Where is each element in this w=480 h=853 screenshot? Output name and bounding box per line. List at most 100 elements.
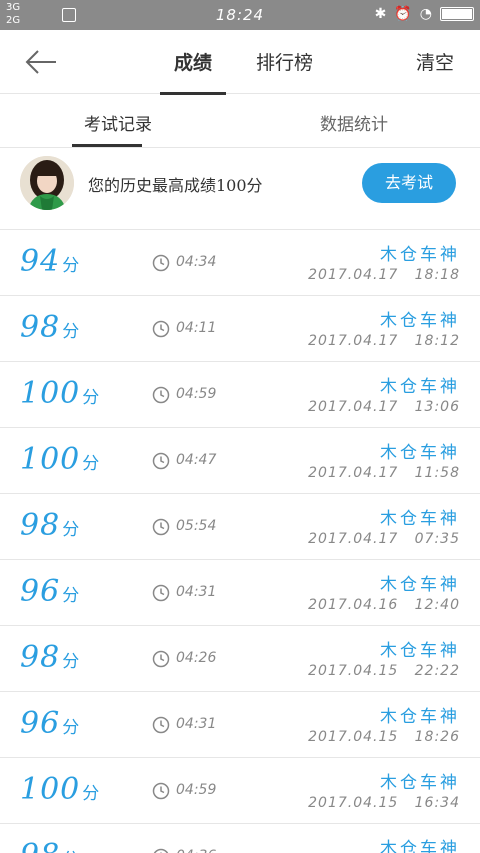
record-datetime: 2017.04.17 07:35: [308, 531, 460, 547]
record-username: 木仓车神: [380, 575, 460, 595]
score-value: 98: [20, 640, 61, 675]
record-datetime: 2017.04.15 22:22: [308, 663, 460, 679]
score-value: 100: [20, 772, 81, 807]
record-duration: 04:59: [176, 782, 217, 798]
score-value: 100: [20, 442, 81, 477]
score-unit: 分: [82, 784, 100, 804]
score-unit: 分: [62, 322, 80, 342]
record-duration: 05:54: [176, 518, 217, 534]
record-datetime: 2017.04.15 18:26: [308, 729, 460, 745]
top-nav: 成绩 排行榜 清空: [0, 30, 480, 95]
record-datetime: 2017.04.17 18:18: [308, 267, 460, 283]
score-unit: 分: [62, 652, 80, 672]
record-username: 木仓车神: [380, 707, 460, 727]
record-score: 100 分: [20, 772, 99, 807]
record-username: 木仓车神: [380, 245, 460, 265]
record-username: 木仓车神: [380, 311, 460, 331]
record-score: 94 分: [20, 244, 79, 279]
record-datetime: 2017.04.16 12:40: [308, 597, 460, 613]
clock-icon: [152, 584, 170, 602]
clock-icon: [152, 518, 170, 536]
avatar-image: [20, 156, 74, 210]
record-row[interactable]: 100 分 04:59 木仓车神 2017.04.17 13:06: [0, 362, 480, 428]
avatar[interactable]: [20, 156, 74, 210]
score-value: 96: [20, 706, 61, 741]
record-row[interactable]: 100 分 04:59 木仓车神 2017.04.15 16:34: [0, 758, 480, 824]
record-duration: 04:11: [176, 320, 217, 336]
arrow-left-icon: [25, 50, 56, 74]
record-username: 木仓车神: [380, 773, 460, 793]
alarm-icon: ⏰: [394, 6, 412, 22]
tab-statistics[interactable]: 数据统计: [320, 110, 388, 135]
status-icons: ✱ ⏰ ◔: [375, 6, 474, 22]
subtab-active-indicator: [72, 144, 142, 147]
score-unit: 分: [62, 256, 80, 276]
record-duration: 04:31: [176, 584, 217, 600]
score-value: 98: [20, 310, 61, 345]
record-score: 100 分: [20, 376, 99, 411]
status-bar: 3G 2G 18:24 ✱ ⏰ ◔: [0, 0, 480, 30]
score-value: 96: [20, 574, 61, 609]
record-score: 98分: [20, 508, 79, 543]
record-datetime: 2017.04.17 18:12: [308, 333, 460, 349]
record-row[interactable]: 98 分 04:11 木仓车神 2017.04.17 18:12: [0, 296, 480, 362]
record-row[interactable]: 98 分 05:54 木仓车神 2017.04.17 07:35: [0, 494, 480, 560]
record-duration: 04:26: [176, 650, 217, 666]
record-score: 96 分: [20, 574, 79, 609]
best-score-text: 您的历史最高成绩100分: [88, 176, 263, 195]
record-row[interactable]: 96 分 04:31 木仓车神 2017.04.15 18:26: [0, 692, 480, 758]
score-value: 100: [20, 376, 81, 411]
score-value: 98: [20, 838, 60, 853]
clock-icon: [152, 452, 170, 470]
record-score: 98分: [20, 310, 79, 345]
clock-icon: [152, 254, 170, 272]
score-unit: 分: [62, 586, 80, 606]
bluetooth-icon: ✱: [374, 6, 387, 22]
record-score: 96 分: [20, 706, 79, 741]
back-button[interactable]: [20, 42, 60, 82]
tab-scores[interactable]: 成绩: [174, 48, 212, 75]
clock-icon: [152, 782, 170, 800]
tab-ranking[interactable]: 排行榜: [256, 48, 313, 75]
record-score: 98分: [20, 838, 79, 853]
wifi-icon: ◔: [419, 6, 432, 22]
score-value: 94: [20, 244, 61, 279]
start-exam-button[interactable]: 去考试: [362, 163, 456, 203]
score-unit: 分: [82, 388, 100, 408]
record-duration: 04:47: [176, 452, 217, 468]
record-score: 100 分: [20, 442, 99, 477]
record-duration: 04:34: [176, 254, 217, 270]
record-datetime: 2017.04.17 11:58: [308, 465, 460, 481]
record-username: 木仓车神: [380, 641, 460, 661]
clock-icon: [152, 386, 170, 404]
sub-tabs: 考试记录 数据统计: [0, 94, 480, 148]
score-unit: 分: [62, 718, 80, 738]
record-duration: 04:31: [176, 716, 217, 732]
score-value: 98: [20, 508, 61, 543]
record-row[interactable]: 94 分 04:34 木仓车神 2017.04.17 18:18: [0, 230, 480, 296]
record-duration: 04:36: [176, 848, 216, 853]
record-row[interactable]: 98 分 04:26 木仓车神 2017.04.15 22:22: [0, 626, 480, 692]
records-list: 94 分 04:34 木仓车神 2017.04.17 18:18 98 分 04:1…: [0, 230, 480, 853]
record-row[interactable]: 98分 04:36 木仓车神: [0, 824, 480, 853]
record-username: 木仓车神: [380, 443, 460, 463]
record-datetime: 2017.04.17 13:06: [308, 399, 460, 415]
profile-summary: 您的历史最高成绩100分 去考试: [0, 148, 480, 230]
record-duration: 04:59: [176, 386, 217, 402]
clear-button[interactable]: 清空: [416, 48, 454, 75]
clock-icon: [152, 716, 170, 734]
clock-icon: [152, 320, 170, 338]
clock-icon: [152, 650, 170, 668]
score-unit: 分: [82, 454, 100, 474]
record-username: 木仓车神: [380, 839, 460, 853]
record-row[interactable]: 100 分 04:47 木仓车神 2017.04.17 11:58: [0, 428, 480, 494]
battery-icon: [440, 7, 474, 21]
clock-icon: [153, 848, 169, 853]
record-username: 木仓车神: [380, 377, 460, 397]
record-datetime: 2017.04.15 16:34: [308, 795, 460, 811]
record-username: 木仓车神: [380, 509, 460, 529]
record-row[interactable]: 96 分 04:31 木仓车神 2017.04.16 12:40: [0, 560, 480, 626]
tab-exam-records[interactable]: 考试记录: [84, 110, 152, 135]
score-unit: 分: [62, 520, 80, 540]
record-score: 98分: [20, 640, 79, 675]
